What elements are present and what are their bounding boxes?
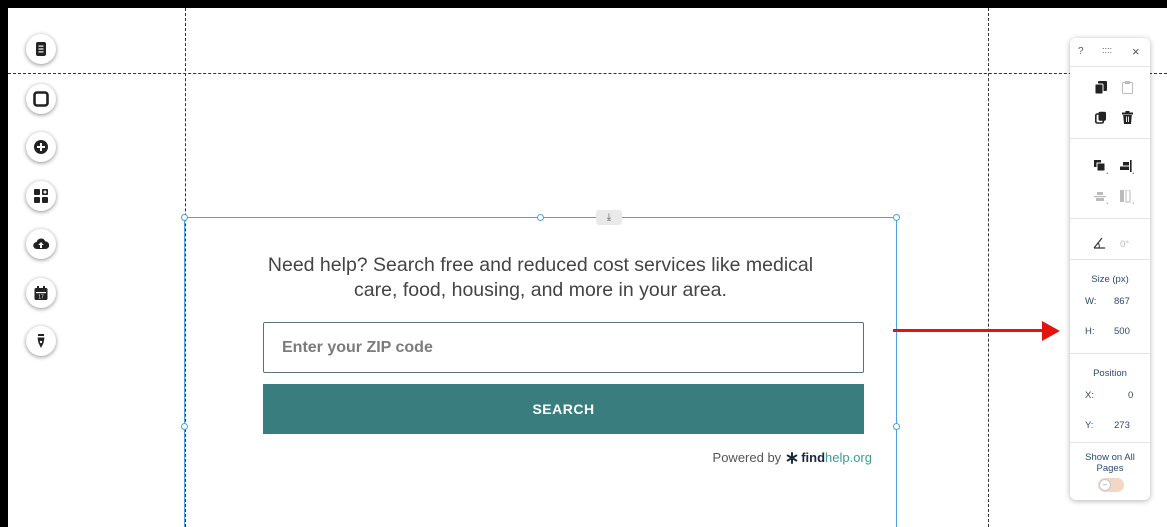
svg-text:17: 17 bbox=[38, 295, 44, 301]
paste-button[interactable] bbox=[1120, 80, 1134, 94]
resize-handle[interactable] bbox=[181, 423, 188, 430]
resize-handle[interactable] bbox=[181, 214, 188, 221]
add-apps-button[interactable] bbox=[26, 181, 56, 211]
powered-by: Powered by findhelp.org bbox=[713, 450, 872, 465]
findhelp-logo[interactable]: findhelp.org bbox=[786, 450, 872, 465]
resize-handle[interactable] bbox=[537, 214, 544, 221]
angle-value[interactable]: 0° bbox=[1120, 239, 1129, 250]
pages-button[interactable] bbox=[26, 34, 56, 64]
add-icon bbox=[34, 140, 48, 154]
height-value[interactable]: 500 bbox=[1114, 326, 1130, 337]
help-icon[interactable]: ? bbox=[1078, 46, 1084, 57]
toggle-knob: – bbox=[1099, 479, 1111, 491]
calendar-icon: 17 bbox=[34, 286, 48, 301]
align-button[interactable] bbox=[1120, 160, 1134, 174]
show-on-all-line: Show on All bbox=[1085, 452, 1135, 463]
calendar-button[interactable]: 17 bbox=[26, 278, 56, 308]
asterisk-icon bbox=[786, 451, 798, 464]
align-icon bbox=[1120, 160, 1134, 174]
copy-icon bbox=[1095, 80, 1107, 94]
angle-icon bbox=[1093, 237, 1105, 249]
trash-icon bbox=[1121, 110, 1133, 124]
delete-button[interactable] bbox=[1120, 110, 1134, 124]
editor-canvas[interactable]: 17 ⤓ Need help? Search free and reduced … bbox=[8, 8, 1167, 527]
resize-handle[interactable] bbox=[893, 214, 900, 221]
download-handle[interactable]: ⤓ bbox=[596, 210, 622, 225]
frame-icon bbox=[33, 91, 49, 107]
inspector-panel: ? :::: × 0° Size (px) W: 867 H: 500 Posi… bbox=[1070, 38, 1150, 500]
duplicate-button[interactable] bbox=[1094, 110, 1108, 124]
match-size-icon bbox=[1120, 190, 1134, 204]
arrange-button[interactable] bbox=[1094, 160, 1108, 174]
apps-icon bbox=[34, 189, 48, 203]
resize-handle[interactable] bbox=[893, 423, 900, 430]
panel-divider bbox=[1070, 66, 1150, 67]
show-on-all-pages-toggle[interactable]: – bbox=[1098, 478, 1124, 492]
match-size-button[interactable] bbox=[1120, 190, 1134, 204]
rotate-button[interactable] bbox=[1092, 236, 1106, 250]
annotation-arrow-line bbox=[893, 329, 1048, 332]
guide-line bbox=[988, 8, 989, 527]
x-value[interactable]: 0 bbox=[1128, 390, 1133, 401]
close-icon[interactable]: × bbox=[1132, 44, 1140, 59]
guide-line bbox=[8, 73, 1167, 74]
download-icon: ⤓ bbox=[606, 212, 612, 223]
distribute-button[interactable] bbox=[1094, 190, 1108, 204]
y-value[interactable]: 273 bbox=[1114, 420, 1130, 431]
frame-button[interactable] bbox=[26, 84, 56, 114]
x-label: X: bbox=[1085, 390, 1094, 401]
upload-button[interactable] bbox=[26, 229, 56, 259]
upload-icon bbox=[33, 238, 49, 250]
brand-find: find bbox=[801, 450, 826, 465]
powered-by-label: Powered by bbox=[712, 450, 782, 465]
pages-icon bbox=[36, 42, 46, 56]
position-title: Position bbox=[1093, 368, 1127, 379]
zip-code-input[interactable] bbox=[263, 322, 864, 373]
paste-icon bbox=[1121, 80, 1133, 94]
y-label: Y: bbox=[1085, 420, 1094, 431]
panel-divider bbox=[1070, 442, 1150, 443]
findhelp-widget[interactable]: ⤓ Need help? Search free and reduced cos… bbox=[181, 210, 900, 527]
panel-divider bbox=[1070, 138, 1150, 139]
size-title: Size (px) bbox=[1091, 274, 1129, 285]
search-button[interactable]: SEARCH bbox=[263, 384, 864, 434]
copy-button[interactable] bbox=[1094, 80, 1108, 94]
add-element-button[interactable] bbox=[26, 132, 56, 162]
brand-help: help.org bbox=[825, 450, 872, 465]
show-on-all-line: Pages bbox=[1096, 463, 1124, 474]
duplicate-icon bbox=[1095, 111, 1106, 124]
pen-icon bbox=[37, 334, 45, 348]
panel-divider bbox=[1070, 353, 1150, 354]
width-value[interactable]: 867 bbox=[1114, 296, 1130, 307]
width-label: W: bbox=[1085, 296, 1097, 307]
annotation-arrow-head bbox=[1042, 321, 1060, 341]
distribute-icon bbox=[1094, 192, 1108, 204]
panel-divider bbox=[1070, 259, 1150, 260]
help-description: Need help? Search free and reduced cost … bbox=[185, 253, 896, 303]
show-on-all-pages-label: Show on All Pages bbox=[1070, 452, 1150, 474]
help-line: Need help? Search free and reduced cost … bbox=[267, 254, 814, 276]
pen-tool-button[interactable] bbox=[26, 326, 56, 356]
arrange-icon bbox=[1094, 160, 1108, 174]
help-line: care, food, housing, and more in your ar… bbox=[354, 279, 727, 301]
drag-handle-icon[interactable]: :::: bbox=[1102, 45, 1112, 55]
panel-divider bbox=[1070, 218, 1150, 219]
height-label: H: bbox=[1085, 326, 1095, 337]
